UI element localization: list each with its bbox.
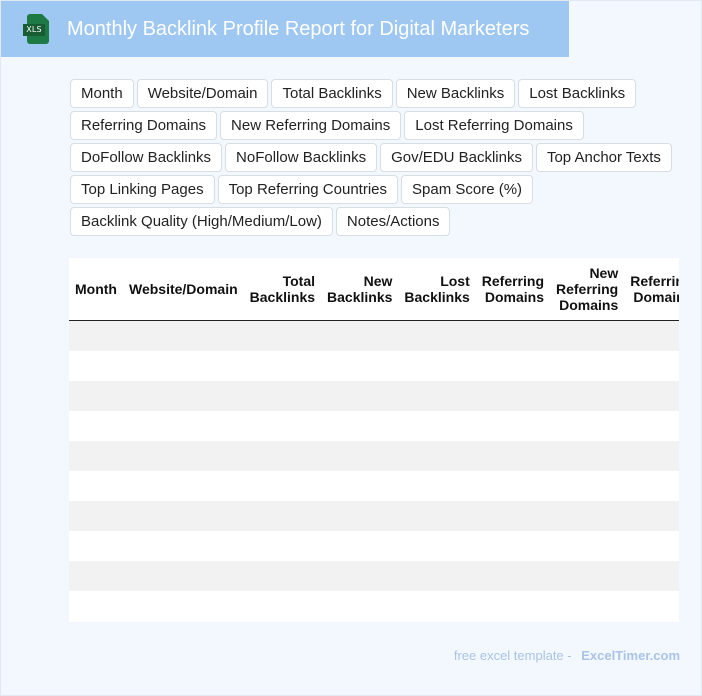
excel-file-icon: XLS	[23, 14, 49, 44]
table-row	[69, 350, 679, 381]
column-header-referring-domains-cut[interactable]: Referring Domains	[624, 258, 679, 321]
column-header-referring-domains[interactable]: Referring Domains	[475, 258, 550, 321]
page-title: Monthly Backlink Profile Report for Digi…	[67, 17, 530, 40]
chip-top-anchor-texts[interactable]: Top Anchor Texts	[535, 143, 672, 172]
chip-lost-referring-domains[interactable]: Lost Referring Domains	[404, 111, 584, 140]
table-header-row: Month Website/Domain Total Backlinks New…	[69, 258, 679, 321]
table-row	[69, 470, 679, 501]
report-table-container[interactable]: Month Website/Domain Total Backlinks New…	[69, 258, 679, 622]
footer-credit: free excel template - ExcelTimer.com	[454, 648, 680, 663]
table-row	[69, 410, 679, 441]
chip-lost-backlinks[interactable]: Lost Backlinks	[518, 79, 637, 108]
column-header-month[interactable]: Month	[69, 258, 123, 321]
chip-nofollow-backlinks[interactable]: NoFollow Backlinks	[225, 143, 378, 172]
table-row	[69, 500, 679, 531]
column-header-lost-backlinks[interactable]: Lost Backlinks	[398, 258, 476, 321]
chip-dofollow-backlinks[interactable]: DoFollow Backlinks	[70, 143, 223, 172]
chip-notes-actions[interactable]: Notes/Actions	[335, 207, 451, 236]
chip-backlink-quality[interactable]: Backlink Quality (High/Medium/Low)	[70, 207, 333, 236]
chip-new-referring-domains[interactable]: New Referring Domains	[220, 111, 402, 140]
table-row	[69, 530, 679, 561]
xls-badge: XLS	[23, 24, 45, 36]
chip-month[interactable]: Month	[70, 79, 134, 108]
footer-prefix: free excel template -	[453, 648, 572, 663]
chip-top-referring-countries[interactable]: Top Referring Countries	[217, 175, 399, 204]
footer-brand-link[interactable]: ExcelTimer.com	[581, 648, 680, 663]
chip-spam-score[interactable]: Spam Score (%)	[401, 175, 534, 204]
title-bar: XLS Monthly Backlink Profile Report for …	[1, 1, 569, 57]
chip-new-backlinks[interactable]: New Backlinks	[395, 79, 516, 108]
chip-website-domain[interactable]: Website/Domain	[136, 79, 269, 108]
chip-referring-domains[interactable]: Referring Domains	[70, 111, 218, 140]
chip-gov-edu-backlinks[interactable]: Gov/EDU Backlinks	[380, 143, 533, 172]
chip-top-linking-pages[interactable]: Top Linking Pages	[70, 175, 215, 204]
table-body	[69, 320, 679, 621]
column-header-new-referring-domains[interactable]: New Referring Domains	[550, 258, 625, 321]
column-chip-list: Month Website/Domain Total Backlinks New…	[70, 79, 680, 236]
chip-total-backlinks[interactable]: Total Backlinks	[271, 79, 393, 108]
table-row	[69, 590, 679, 621]
column-header-website-domain[interactable]: Website/Domain	[122, 258, 244, 321]
column-header-new-backlinks[interactable]: New Backlinks	[321, 258, 399, 321]
table-row	[69, 560, 679, 591]
table-row	[69, 320, 679, 351]
table-row	[69, 440, 679, 471]
report-table: Month Website/Domain Total Backlinks New…	[69, 258, 679, 621]
column-header-total-backlinks[interactable]: Total Backlinks	[243, 258, 322, 321]
table-row	[69, 380, 679, 411]
